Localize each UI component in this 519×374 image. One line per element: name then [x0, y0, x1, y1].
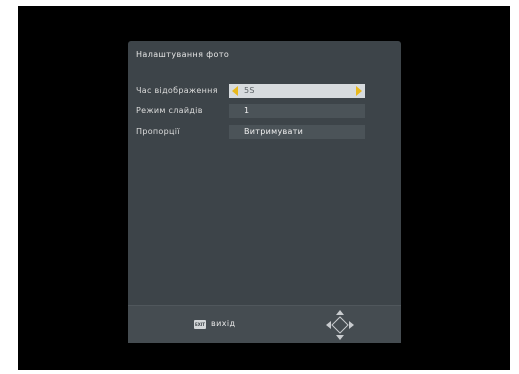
setting-label: Режим слайдів	[136, 106, 203, 115]
photo-settings-dialog: Налаштування фото Час відображення 5S Ре…	[128, 41, 401, 343]
setting-label: Пропорції	[136, 127, 180, 136]
setting-label: Час відображення	[136, 86, 218, 95]
dialog-title: Налаштування фото	[136, 50, 230, 59]
arrow-left-icon[interactable]	[232, 86, 238, 96]
arrow-right-icon[interactable]	[356, 86, 362, 96]
exit-label: вихід	[211, 319, 236, 328]
setting-row-display-time[interactable]: Час відображення 5S	[136, 84, 376, 99]
setting-value: Витримувати	[244, 127, 304, 136]
dpad-navigation-icon	[326, 310, 354, 340]
setting-row-slide-mode[interactable]: Режим слайдів 1	[136, 104, 376, 119]
setting-value: 1	[244, 106, 250, 115]
setting-row-aspect-ratio[interactable]: Пропорції Витримувати	[136, 125, 376, 140]
dialog-footer: EXIT вихід	[128, 305, 401, 343]
slide-mode-selector[interactable]: 1	[229, 104, 365, 118]
setting-value: 5S	[244, 86, 255, 95]
aspect-ratio-selector[interactable]: Витримувати	[229, 125, 365, 139]
exit-key-icon: EXIT	[194, 320, 206, 329]
tv-screen: Налаштування фото Час відображення 5S Ре…	[18, 6, 510, 370]
display-time-selector[interactable]: 5S	[229, 84, 365, 98]
